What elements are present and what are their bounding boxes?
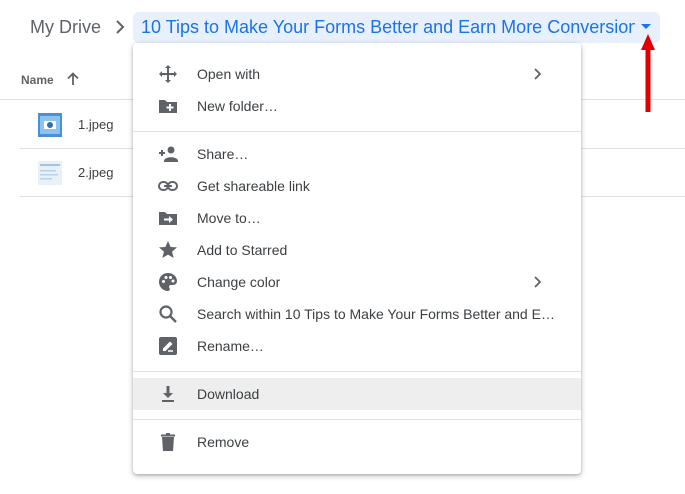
menu-label: Share… bbox=[197, 146, 249, 162]
context-menu: Open with New folder… Share… Get shareab… bbox=[133, 43, 581, 474]
breadcrumb-my-drive[interactable]: My Drive bbox=[30, 15, 101, 39]
palette-icon bbox=[159, 273, 177, 291]
caret-down-icon bbox=[641, 24, 651, 29]
link-icon bbox=[158, 181, 178, 191]
search-icon bbox=[159, 305, 177, 323]
image-thumbnail-icon bbox=[38, 113, 62, 137]
menu-item-search-within[interactable]: Search within 10 Tips to Make Your Forms… bbox=[133, 298, 581, 330]
trash-icon bbox=[161, 433, 175, 451]
annotation-arrow bbox=[641, 34, 655, 112]
menu-item-move-to[interactable]: Move to… bbox=[133, 202, 581, 234]
folder-plus-icon bbox=[159, 100, 177, 113]
menu-item-open-with[interactable]: Open with bbox=[133, 58, 581, 90]
pencil-icon bbox=[159, 337, 177, 355]
menu-label: Rename… bbox=[197, 338, 264, 354]
file-name: 2.jpeg bbox=[78, 165, 114, 180]
menu-item-remove[interactable]: Remove bbox=[133, 426, 581, 458]
menu-label: Search within 10 Tips to Make Your Forms… bbox=[197, 306, 559, 322]
menu-item-change-color[interactable]: Change color bbox=[133, 266, 581, 298]
menu-item-add-starred[interactable]: Add to Starred bbox=[133, 234, 581, 266]
menu-item-get-link[interactable]: Get shareable link bbox=[133, 170, 581, 202]
download-icon bbox=[162, 386, 174, 402]
menu-item-share[interactable]: Share… bbox=[133, 138, 581, 170]
breadcrumb-current-folder[interactable]: 10 Tips to Make Your Forms Better and Ea… bbox=[133, 12, 660, 43]
star-icon bbox=[159, 241, 177, 258]
menu-divider bbox=[133, 371, 581, 372]
submenu-chevron-icon bbox=[534, 68, 542, 80]
breadcrumb-folder-name: 10 Tips to Make Your Forms Better and Ea… bbox=[141, 17, 635, 37]
menu-label: Open with bbox=[197, 66, 261, 82]
folder-move-icon bbox=[159, 212, 177, 225]
menu-label: Get shareable link bbox=[197, 178, 310, 194]
move-arrows-icon bbox=[159, 65, 177, 83]
menu-item-rename[interactable]: Rename… bbox=[133, 330, 581, 362]
menu-label: Add to Starred bbox=[197, 242, 288, 258]
file-name: 1.jpeg bbox=[78, 117, 114, 132]
menu-label: Change color bbox=[197, 274, 281, 290]
menu-item-new-folder[interactable]: New folder… bbox=[133, 90, 581, 122]
column-name-header[interactable]: Name bbox=[21, 73, 54, 87]
menu-label: Remove bbox=[197, 434, 250, 450]
menu-divider bbox=[133, 419, 581, 420]
image-thumbnail-icon bbox=[38, 161, 62, 185]
chevron-right-icon bbox=[116, 20, 125, 34]
sort-arrow-up-icon[interactable] bbox=[66, 72, 80, 86]
person-add-icon bbox=[159, 146, 178, 162]
submenu-chevron-icon bbox=[534, 276, 542, 288]
menu-label: New folder… bbox=[197, 98, 278, 114]
menu-divider bbox=[133, 131, 581, 132]
menu-label: Move to… bbox=[197, 210, 261, 226]
menu-item-download[interactable]: Download bbox=[133, 378, 581, 410]
menu-label: Download bbox=[197, 386, 260, 402]
